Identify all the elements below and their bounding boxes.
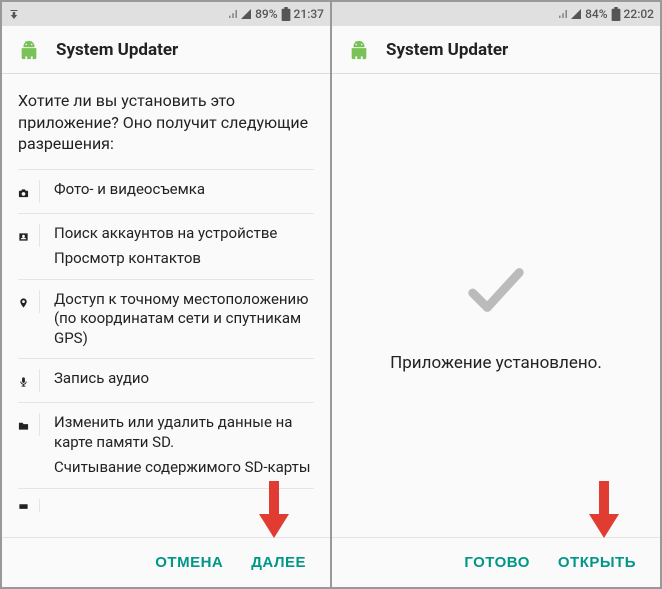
permission-line: Считывание содержимого SD-карты — [54, 458, 314, 478]
battery-icon — [281, 7, 291, 21]
done-button[interactable]: ГОТОВО — [456, 546, 538, 579]
statusbar: 89% 21:37 — [2, 2, 330, 26]
install-prompt-content: Хотите ли вы установить это приложение? … — [2, 74, 330, 537]
install-prompt-text: Хотите ли вы установить это приложение? … — [18, 90, 314, 155]
camera-icon — [18, 183, 29, 203]
permission-line: Просмотр контактов — [54, 249, 277, 269]
cancel-button[interactable]: ОТМЕНА — [147, 546, 231, 579]
permission-row: Фото- и видеосъемка — [18, 169, 314, 213]
phone-left: 89% 21:37 System Updater Хотите ли вы ус… — [0, 0, 332, 589]
installed-message: Приложение установлено. — [390, 353, 602, 373]
clock: 21:37 — [294, 7, 324, 21]
signal-icon — [240, 8, 252, 20]
permission-row: Запись аудио — [18, 358, 314, 402]
location-icon — [18, 293, 29, 313]
permission-row-partial — [18, 488, 314, 522]
battery-percent: 89% — [255, 7, 277, 21]
permission-line: Доступ к точному местоположению (по коор… — [54, 290, 314, 349]
app-title: System Updater — [386, 40, 508, 60]
installed-content: Приложение установлено. — [332, 74, 660, 537]
checkmark-icon — [461, 255, 531, 325]
folder-icon — [18, 416, 29, 436]
signal-secondary-icon — [559, 9, 567, 19]
android-icon — [348, 39, 370, 61]
microphone-icon — [18, 372, 29, 392]
clock: 22:02 — [624, 7, 654, 21]
signal-secondary-icon — [229, 9, 237, 19]
android-icon — [18, 39, 40, 61]
battery-percent: 84% — [585, 7, 607, 21]
permissions-list: Фото- и видеосъемка Поиск аккаунтов на у… — [18, 169, 314, 522]
permission-line: Запись аудио — [54, 369, 149, 389]
dialog-footer: ОТМЕНА ДАЛЕЕ — [2, 537, 330, 587]
permission-row: Изменить или удалить данные на карте пам… — [18, 402, 314, 488]
contacts-icon — [18, 227, 29, 247]
open-button[interactable]: ОТКРЫТЬ — [550, 546, 644, 579]
battery-icon — [611, 7, 621, 21]
dialog-footer: ГОТОВО ОТКРЫТЬ — [332, 537, 660, 587]
signal-icon — [570, 8, 582, 20]
permission-row: Поиск аккаунтов на устройстве Просмотр к… — [18, 213, 314, 279]
unknown-icon — [18, 502, 29, 512]
statusbar: 84% 22:02 — [332, 2, 660, 26]
app-header: System Updater — [2, 26, 330, 74]
next-button[interactable]: ДАЛЕЕ — [243, 546, 314, 579]
permission-line: Изменить или удалить данные на карте пам… — [54, 413, 314, 452]
app-header: System Updater — [332, 26, 660, 74]
phone-right: 84% 22:02 System Updater Приложение уста… — [332, 0, 662, 589]
app-title: System Updater — [56, 40, 178, 60]
permission-row: Доступ к точному местоположению (по коор… — [18, 279, 314, 359]
permission-line: Фото- и видеосъемка — [54, 180, 205, 200]
download-icon — [8, 8, 20, 20]
permission-line: Поиск аккаунтов на устройстве — [54, 224, 277, 244]
